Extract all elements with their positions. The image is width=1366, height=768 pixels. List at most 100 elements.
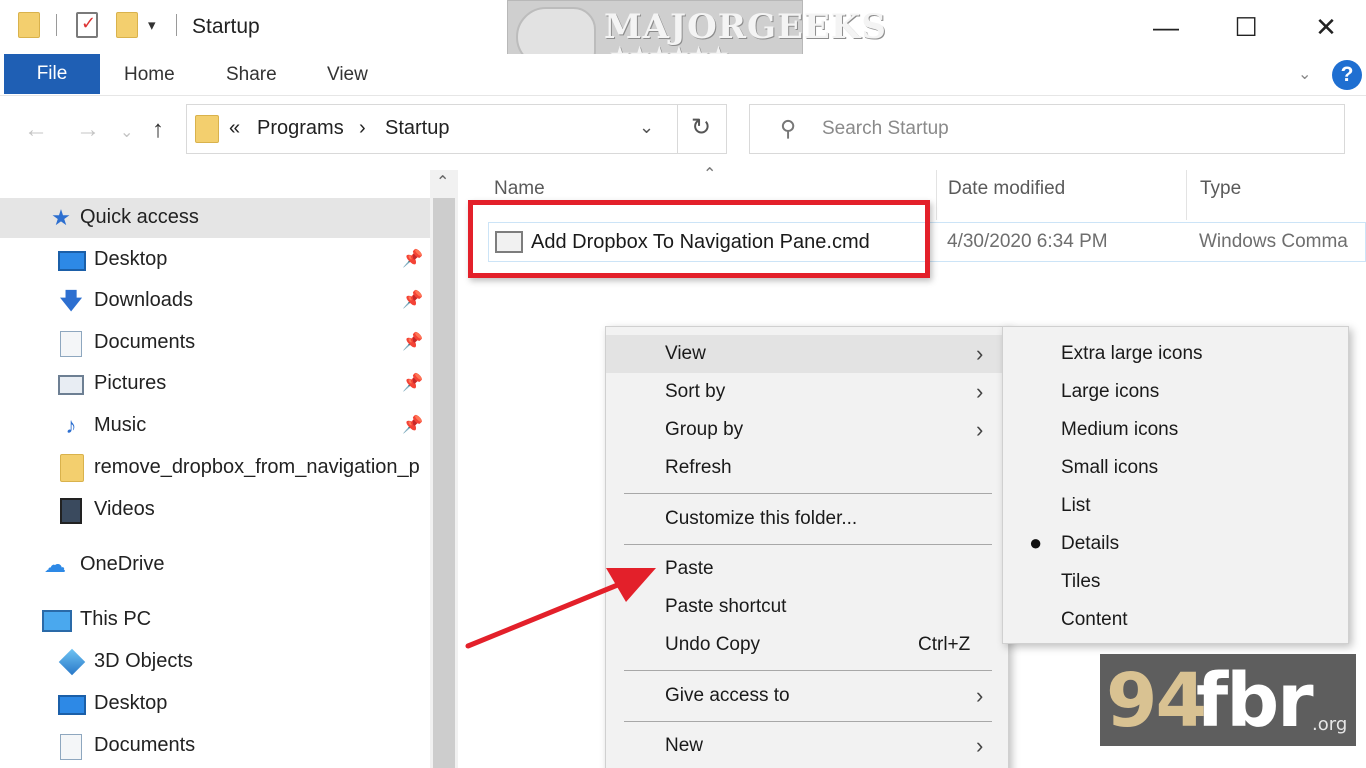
menu-item-group-by[interactable]: Group by › <box>606 411 1008 449</box>
pin-icon[interactable]: 📌 <box>402 373 423 393</box>
window-title: Startup <box>192 15 260 38</box>
pin-icon[interactable]: 📌 <box>402 249 423 269</box>
nav-item-quick-access[interactable]: ★ Quick access <box>0 198 430 238</box>
nav-item-desktop-pc[interactable]: Desktop <box>0 684 430 724</box>
selected-bullet-icon: ● <box>1029 530 1043 555</box>
search-icon: ⚲ <box>780 116 797 141</box>
column-divider[interactable] <box>1186 170 1187 220</box>
nav-item-pictures[interactable]: Pictures 📌 <box>0 364 430 404</box>
menu-item-sort-by[interactable]: Sort by › <box>606 373 1008 411</box>
menu-item-small-icons[interactable]: Small icons <box>1003 449 1348 487</box>
submenu-arrow-icon: › <box>976 341 984 366</box>
menu-separator <box>624 721 992 722</box>
tab-home[interactable]: Home <box>124 54 175 94</box>
folder-icon <box>195 115 219 143</box>
nav-item-documents[interactable]: Documents 📌 <box>0 323 430 363</box>
menu-item-extra-large-icons[interactable]: Extra large icons <box>1003 335 1348 373</box>
submenu-arrow-icon: › <box>976 417 984 442</box>
nav-item-this-pc[interactable]: This PC <box>0 600 430 640</box>
pin-icon[interactable]: 📌 <box>402 415 423 435</box>
breadcrumb-programs[interactable]: Programs <box>257 117 344 140</box>
minimize-button[interactable]: — <box>1146 8 1186 46</box>
nav-item-label: Desktop <box>94 248 168 270</box>
column-divider[interactable] <box>936 170 937 220</box>
file-type: Windows Comma <box>1199 231 1348 252</box>
nav-item-label: Quick access <box>80 206 199 228</box>
nav-item-desktop[interactable]: Desktop 📌 <box>0 240 430 280</box>
address-bar[interactable]: « Programs › Startup ⌄ ↻ <box>186 104 727 154</box>
watermark-text: MAJORGEEKS <box>604 7 887 47</box>
properties-icon[interactable] <box>76 12 98 38</box>
nav-item-downloads[interactable]: 🡇 Downloads 📌 <box>0 281 430 321</box>
nav-item-music[interactable]: ♪ Music 📌 <box>0 406 430 446</box>
menu-item-details[interactable]: ● Details <box>1003 525 1348 563</box>
menu-item-label: Medium icons <box>1061 419 1179 440</box>
nav-item-label: Pictures <box>94 372 167 394</box>
new-folder-icon[interactable] <box>116 12 138 38</box>
menu-item-label: Give access to <box>665 685 790 706</box>
menu-item-large-icons[interactable]: Large icons <box>1003 373 1348 411</box>
menu-item-customize-folder[interactable]: Customize this folder... <box>606 500 1008 538</box>
download-icon: 🡇 <box>59 288 83 313</box>
menu-item-label: New <box>665 735 704 756</box>
nav-item-label: Music <box>94 414 147 436</box>
menu-item-give-access[interactable]: Give access to › <box>606 677 1008 715</box>
menu-separator <box>624 493 992 494</box>
recent-locations-chevron-icon[interactable]: ⌄ <box>120 122 133 142</box>
menu-item-view[interactable]: View › <box>606 335 1008 373</box>
up-arrow-icon[interactable]: ↑ <box>152 116 164 144</box>
navigation-bar: ← → ⌄ ↑ « Programs › Startup ⌄ ↻ ⚲ Searc… <box>0 96 1366 170</box>
refresh-icon[interactable]: ↻ <box>691 113 711 142</box>
nav-item-remove-dropbox-folder[interactable]: remove_dropbox_from_navigation_p <box>0 448 430 488</box>
help-icon[interactable]: ? <box>1332 60 1362 90</box>
forward-arrow-icon[interactable]: → <box>76 116 100 144</box>
watermark-number: 94 <box>1106 658 1207 744</box>
customize-quick-access-dropdown[interactable]: ▾ <box>148 16 156 34</box>
breadcrumb-separator[interactable]: › <box>359 117 366 140</box>
close-button[interactable]: ✕ <box>1306 8 1346 46</box>
search-input[interactable]: ⚲ Search Startup <box>749 104 1345 154</box>
nav-item-3d-objects[interactable]: 3D Objects <box>0 642 430 682</box>
menu-separator <box>624 670 992 671</box>
watermark-name: fbr <box>1196 658 1314 744</box>
maximize-button[interactable]: ☐ <box>1226 8 1266 46</box>
nav-item-onedrive[interactable]: ☁ OneDrive <box>0 545 430 585</box>
menu-item-tiles[interactable]: Tiles <box>1003 563 1348 601</box>
tab-share[interactable]: Share <box>226 54 277 94</box>
pictures-icon <box>58 375 84 395</box>
menu-item-content[interactable]: Content <box>1003 601 1348 639</box>
divider <box>677 105 678 153</box>
nav-item-label: Documents <box>94 331 196 353</box>
pin-icon[interactable]: 📌 <box>402 332 423 352</box>
address-dropdown-chevron-icon[interactable]: ⌄ <box>639 117 654 138</box>
pin-icon[interactable]: 📌 <box>402 290 423 310</box>
expand-ribbon-chevron-icon[interactable]: ⌄ <box>1298 64 1311 84</box>
file-date: 4/30/2020 6:34 PM <box>947 231 1108 252</box>
menu-item-label: Details <box>1061 533 1120 554</box>
column-header-name[interactable]: Name <box>494 178 545 200</box>
folder-icon[interactable] <box>18 12 40 38</box>
breadcrumb-startup[interactable]: Startup <box>385 117 449 140</box>
scroll-up-chevron-icon[interactable]: ⌃ <box>436 172 449 192</box>
menu-item-new[interactable]: New › <box>606 727 1008 765</box>
column-header-type[interactable]: Type <box>1200 178 1241 200</box>
scrollbar-thumb[interactable] <box>433 198 455 768</box>
tab-file[interactable]: File <box>4 54 100 94</box>
nav-item-videos[interactable]: Videos <box>0 490 430 530</box>
nav-item-label: This PC <box>80 608 152 630</box>
address-overflow[interactable]: « <box>229 117 240 140</box>
nav-pane-scrollbar[interactable]: ⌃ <box>430 170 458 768</box>
divider <box>56 14 57 36</box>
nav-item-label: Documents <box>94 734 196 756</box>
menu-item-list[interactable]: List <box>1003 487 1348 525</box>
tab-view[interactable]: View <box>327 54 368 94</box>
column-header-date-modified[interactable]: Date modified <box>948 178 1065 200</box>
documents-icon <box>60 331 82 357</box>
submenu-arrow-icon: › <box>976 683 984 708</box>
back-arrow-icon[interactable]: ← <box>24 116 48 144</box>
nav-item-label: Downloads <box>94 289 193 311</box>
menu-item-medium-icons[interactable]: Medium icons <box>1003 411 1348 449</box>
context-menu: View › Sort by › Group by › Refresh Cust… <box>605 326 1009 768</box>
menu-item-refresh[interactable]: Refresh <box>606 449 1008 487</box>
nav-item-documents-pc[interactable]: Documents <box>0 726 430 766</box>
